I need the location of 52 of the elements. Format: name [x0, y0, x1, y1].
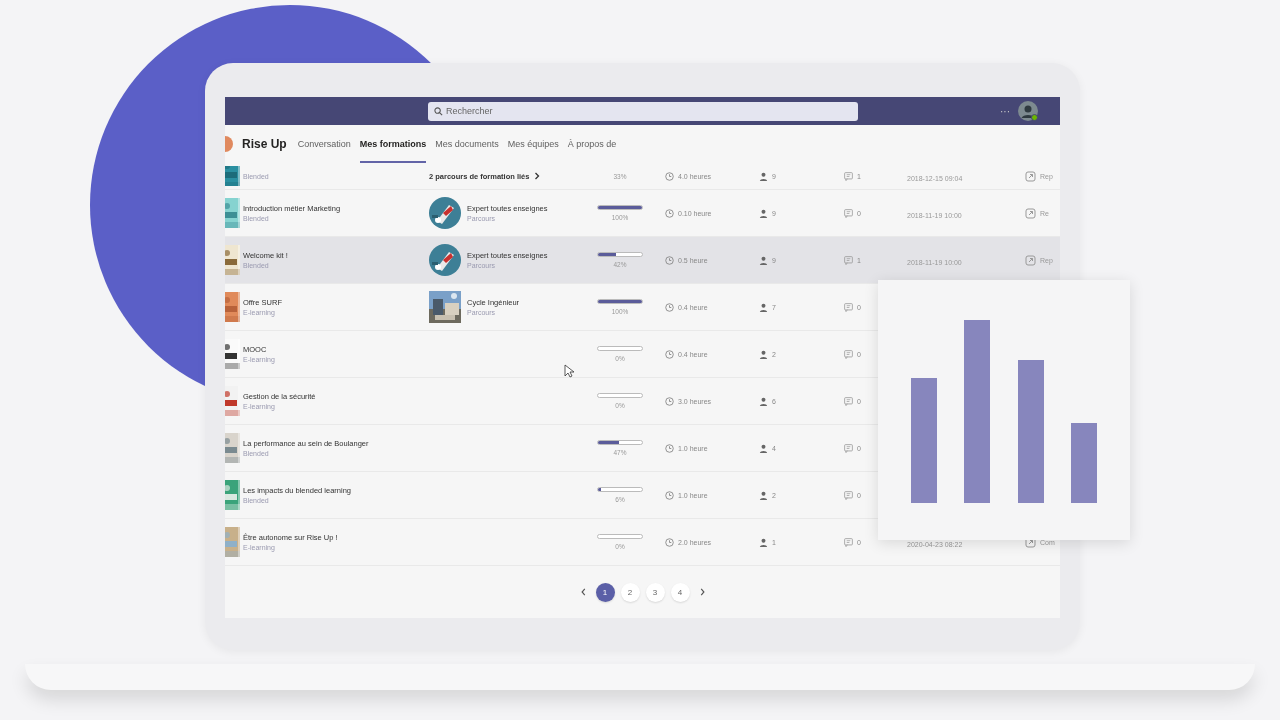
- progress-bar: [597, 534, 643, 539]
- clock-icon: [665, 396, 674, 406]
- open-icon[interactable]: [1025, 254, 1036, 266]
- page-button[interactable]: 3: [645, 582, 665, 602]
- open-icon[interactable]: [1025, 170, 1036, 182]
- chevron-icon: [534, 172, 541, 180]
- person-icon: [759, 537, 768, 547]
- message-icon: [844, 171, 853, 181]
- tab[interactable]: Mes formations: [359, 125, 427, 163]
- message-icon: [844, 302, 853, 312]
- tab[interactable]: Mes documents: [435, 125, 499, 163]
- app-title: Rise Up: [242, 137, 287, 151]
- clock-icon: [665, 255, 674, 265]
- clock-icon: [665, 171, 674, 181]
- chevron-right-icon: [699, 588, 706, 596]
- message-icon: [844, 537, 853, 547]
- person-icon: [759, 443, 768, 453]
- clock-icon: [665, 349, 674, 359]
- message-icon: [844, 396, 853, 406]
- open-icon[interactable]: [1025, 207, 1036, 219]
- person-icon: [759, 490, 768, 500]
- message-icon: [844, 208, 853, 218]
- cursor-icon: [564, 364, 574, 378]
- message-icon: [844, 349, 853, 359]
- logo-icon: [225, 136, 233, 152]
- tab[interactable]: Conversation: [297, 125, 351, 163]
- more-button[interactable]: ···: [1000, 105, 1010, 117]
- avatar-icon[interactable]: [1018, 101, 1038, 121]
- progress-bar: [597, 346, 643, 351]
- search-icon: [434, 106, 443, 116]
- person-icon: [759, 396, 768, 406]
- search-field[interactable]: Rechercher: [428, 101, 858, 121]
- message-icon: [844, 443, 853, 453]
- progress-bar: [597, 393, 643, 398]
- person-icon: [759, 302, 768, 312]
- clock-icon: [665, 443, 674, 453]
- clock-icon: [665, 490, 674, 500]
- clock-icon: [665, 208, 674, 218]
- tab[interactable]: Mes équipes: [507, 125, 559, 163]
- clock-icon: [665, 302, 674, 312]
- clock-icon: [665, 537, 674, 547]
- person-icon: [759, 255, 768, 265]
- person-icon: [759, 349, 768, 359]
- message-icon: [844, 255, 853, 265]
- page-button[interactable]: 2: [620, 582, 640, 602]
- page-button[interactable]: 1: [595, 582, 615, 602]
- person-icon: [759, 171, 768, 181]
- person-icon: [759, 208, 768, 218]
- chevron-left-icon: [579, 588, 586, 596]
- tab[interactable]: À propos de: [567, 125, 617, 163]
- message-icon: [844, 490, 853, 500]
- page-button[interactable]: 4: [670, 582, 690, 602]
